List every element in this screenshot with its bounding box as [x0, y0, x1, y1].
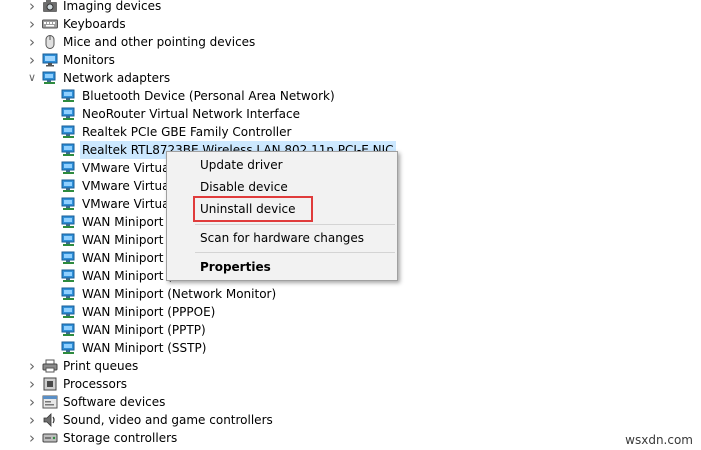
network-adapter-icon	[61, 179, 77, 193]
network-adapter-icon	[61, 233, 77, 247]
chevron-down-icon[interactable]: ∨	[24, 69, 40, 87]
menu-item-disable-device[interactable]: Disable device	[200, 177, 288, 197]
tree-item-label: Bluetooth Device (Personal Area Network)	[82, 89, 335, 103]
tree-device[interactable]: WAN Miniport (SSTP)	[0, 339, 701, 357]
menu-separator	[195, 224, 395, 225]
network-adapter-icon	[42, 71, 58, 85]
menu-separator	[195, 252, 395, 253]
network-adapter-icon	[61, 215, 77, 229]
network-adapter-icon	[61, 125, 77, 139]
chevron-right-icon[interactable]: ›	[24, 0, 40, 15]
network-adapter-icon	[61, 251, 77, 265]
tree-item-label: Sound, video and game controllers	[63, 413, 273, 427]
network-adapter-icon	[61, 341, 77, 355]
tree-item-label: WAN Miniport (	[82, 269, 172, 283]
menu-item-properties[interactable]: Properties	[200, 257, 271, 277]
tree-item-label: VMware Virtual	[82, 161, 173, 175]
chevron-right-icon[interactable]: ›	[24, 429, 40, 447]
tree-category[interactable]: › Sound, video and game controllers	[0, 411, 701, 429]
network-adapter-icon	[61, 305, 77, 319]
tree-item-label: Realtek PCIe GBE Family Controller	[82, 125, 292, 139]
tree-item-label: Storage controllers	[63, 431, 178, 445]
tree-category[interactable]: › Processors	[0, 375, 701, 393]
tree-device[interactable]: Bluetooth Device (Personal Area Network)	[0, 87, 701, 105]
tree-item-label: NeoRouter Virtual Network Interface	[82, 107, 300, 121]
menu-item-scan-hardware[interactable]: Scan for hardware changes	[200, 228, 364, 248]
highlight-box	[193, 196, 313, 222]
tree-item-label: WAN Miniport (	[82, 233, 172, 247]
tree-item-label: Keyboards	[63, 17, 126, 31]
tree-device[interactable]: WAN Miniport (PPTP)	[0, 321, 701, 339]
tree-category[interactable]: ∨ Network adapters	[0, 69, 701, 87]
chevron-right-icon[interactable]: ›	[24, 357, 40, 375]
network-adapter-icon	[61, 107, 77, 121]
chevron-right-icon[interactable]: ›	[24, 375, 40, 393]
tree-item-label: WAN Miniport (PPPOE)	[82, 305, 216, 319]
tree-device[interactable]: WAN Miniport (PPPOE)	[0, 303, 701, 321]
tree-category[interactable]: › Software devices	[0, 393, 701, 411]
tree-item-label: Imaging devices	[63, 0, 162, 13]
tree-item-label: Software devices	[63, 395, 166, 409]
storage-icon	[42, 431, 58, 445]
tree-item-label: Print queues	[63, 359, 139, 373]
tree-category[interactable]: › Storage controllers	[0, 429, 701, 447]
network-adapter-icon	[61, 89, 77, 103]
tree-item-label: Network adapters	[63, 71, 171, 85]
tree-device[interactable]: Realtek PCIe GBE Family Controller	[0, 123, 701, 141]
tree-item-label: Processors	[63, 377, 128, 391]
tree-device[interactable]: WAN Miniport (Network Monitor)	[0, 285, 701, 303]
tree-item-label: WAN Miniport (	[82, 251, 172, 265]
chevron-right-icon[interactable]: ›	[24, 51, 40, 69]
chevron-right-icon[interactable]: ›	[24, 411, 40, 429]
chevron-right-icon[interactable]: ›	[24, 15, 40, 33]
mouse-icon	[42, 35, 58, 49]
menu-item-update-driver[interactable]: Update driver	[200, 155, 283, 175]
tree-category[interactable]: › Imaging devices	[0, 0, 701, 15]
tree-category[interactable]: › Keyboards	[0, 15, 701, 33]
tree-category[interactable]: › Print queues	[0, 357, 701, 375]
chevron-right-icon[interactable]: ›	[24, 33, 40, 51]
printer-icon	[42, 359, 58, 373]
monitor-icon	[42, 53, 58, 67]
tree-device[interactable]: NeoRouter Virtual Network Interface	[0, 105, 701, 123]
processor-icon	[42, 377, 58, 391]
network-adapter-icon	[61, 161, 77, 175]
keyboard-icon	[42, 17, 58, 31]
tree-item-label: VMware Virtual	[82, 197, 173, 211]
tree-item-label: WAN Miniport (Network Monitor)	[82, 287, 277, 301]
network-adapter-icon	[61, 197, 77, 211]
speaker-icon	[42, 413, 58, 427]
watermark: wsxdn.com	[625, 433, 693, 447]
network-adapter-icon	[61, 323, 77, 337]
software-device-icon	[42, 395, 58, 409]
network-adapter-icon	[61, 287, 77, 301]
chevron-right-icon[interactable]: ›	[24, 393, 40, 411]
tree-item-label: VMware Virtual	[82, 179, 173, 193]
tree-category[interactable]: › Monitors	[0, 51, 701, 69]
tree-item-label: Mice and other pointing devices	[63, 35, 256, 49]
tree-item-label: WAN Miniport (SSTP)	[82, 341, 207, 355]
tree-category[interactable]: › Mice and other pointing devices	[0, 33, 701, 51]
tree-item-label: Monitors	[63, 53, 115, 67]
tree-item-label: WAN Miniport (	[82, 215, 172, 229]
tree-item-label: WAN Miniport (PPTP)	[82, 323, 206, 337]
network-adapter-icon	[61, 143, 77, 157]
camera-icon	[42, 0, 58, 13]
network-adapter-icon	[61, 269, 77, 283]
